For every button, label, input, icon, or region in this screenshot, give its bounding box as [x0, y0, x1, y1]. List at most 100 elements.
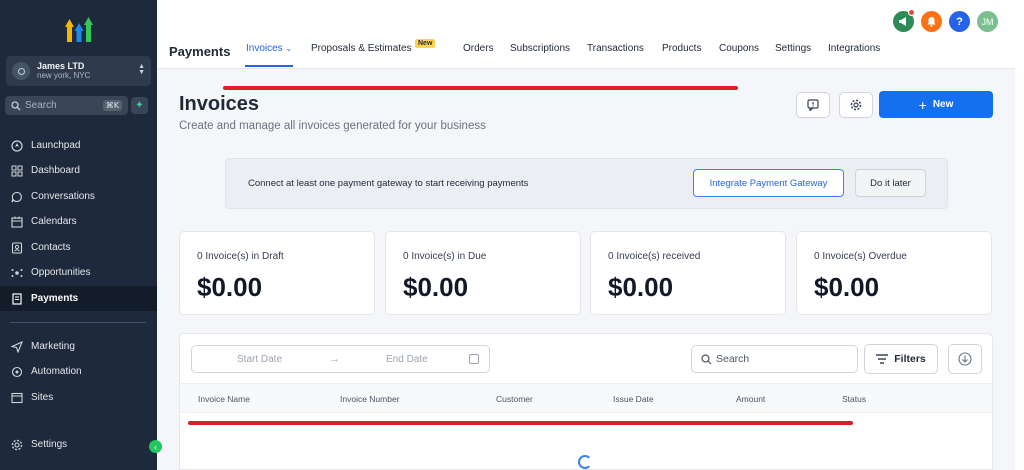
help-button[interactable]: ? [949, 11, 970, 32]
calendar-icon [469, 354, 479, 364]
sidebar-item-label: Marketing [31, 341, 75, 352]
filter-icon [876, 354, 889, 364]
feedback-button[interactable] [796, 92, 830, 118]
calendar-icon [11, 216, 23, 228]
user-avatar[interactable]: JM [977, 11, 998, 32]
account-name: James LTD [37, 61, 85, 71]
account-location: new york, NYC [37, 71, 91, 80]
sidebar-item-conversations[interactable]: Conversations [0, 184, 157, 209]
sidebar-item-payments[interactable]: Payments [0, 286, 157, 311]
sidebar-item-dashboard[interactable]: Dashboard [0, 158, 157, 183]
sidebar-item-label: Automation [31, 366, 82, 377]
stat-label: 0 Invoice(s) received [608, 251, 701, 262]
sidebar-item-label: Contacts [31, 242, 71, 253]
end-date-field[interactable]: End Date [386, 354, 428, 365]
column-header[interactable]: Customer [496, 394, 533, 404]
contacts-icon [11, 241, 23, 254]
chevron-left-icon: ‹ [154, 441, 157, 452]
stat-card-draft: 0 Invoice(s) in Draft $0.00 [179, 231, 375, 315]
location-icon [12, 62, 30, 80]
sidebar-item-label: Sites [31, 392, 54, 403]
feedback-icon [807, 99, 819, 111]
tab-subscriptions[interactable]: Subscriptions [510, 43, 570, 67]
do-it-later-button[interactable]: Do it later [855, 169, 926, 197]
gear-icon [850, 99, 862, 111]
stat-amount: $0.00 [197, 272, 263, 302]
date-range-picker[interactable]: Start Date → End Date [191, 345, 490, 373]
tab-transactions[interactable]: Transactions [587, 43, 644, 67]
sidebar: James LTD new york, NYC ▲ ▼ Search ⌘K ✦ L… [0, 0, 157, 470]
sidebar-item-label: Launchpad [31, 140, 81, 151]
stat-label: 0 Invoice(s) Overdue [814, 251, 907, 262]
start-date-field[interactable]: Start Date [237, 354, 282, 365]
invoice-search-input[interactable]: Search [691, 345, 858, 373]
page-subtitle: Create and manage all invoices generated… [179, 120, 486, 132]
banner-message: Connect at least one payment gateway to … [248, 178, 529, 189]
download-button[interactable] [948, 344, 982, 374]
sidebar-item-label: Conversations [31, 191, 95, 202]
notifications-button[interactable] [921, 11, 942, 32]
integrate-gateway-button[interactable]: Integrate Payment Gateway [693, 169, 844, 197]
sidebar-item-opportunities[interactable]: Opportunities [0, 260, 157, 285]
sidebar-item-contacts[interactable]: Contacts [0, 235, 157, 260]
new-invoice-button[interactable]: + New [879, 91, 993, 118]
tab-coupons[interactable]: Coupons [719, 43, 759, 67]
invoice-table-panel: Start Date → End Date Search Filters Inv… [179, 333, 993, 470]
loading-spinner-icon [578, 455, 592, 469]
section-title: Payments [169, 44, 231, 59]
settings-button[interactable] [839, 92, 873, 118]
tab-integrations[interactable]: Integrations [828, 43, 880, 67]
opportunities-icon [11, 268, 23, 277]
stat-amount: $0.00 [403, 272, 469, 302]
tab-invoices[interactable]: Invoices ⌄ [245, 43, 294, 67]
tab-proposals-estimates[interactable]: Proposals & Estimates [311, 43, 412, 67]
sidebar-item-settings[interactable]: Settings [0, 432, 157, 457]
search-icon [11, 100, 21, 110]
rocket-icon [11, 139, 23, 152]
download-icon [958, 352, 972, 366]
app-logo-icon[interactable] [64, 14, 94, 44]
column-header[interactable]: Status [842, 394, 866, 404]
account-switcher[interactable]: James LTD new york, NYC ▲ ▼ [6, 56, 151, 86]
column-header[interactable]: Amount [736, 394, 765, 404]
collapse-sidebar-button[interactable]: ‹ [149, 440, 162, 453]
top-bar: Payments Invoices ⌄ Proposals & Estimate… [157, 0, 1015, 69]
tab-orders[interactable]: Orders [463, 43, 494, 67]
column-header[interactable]: Invoice Name [198, 394, 250, 404]
sidebar-item-sites[interactable]: Sites [0, 385, 157, 410]
sidebar-item-launchpad[interactable]: Launchpad [0, 133, 157, 158]
search-icon [701, 353, 712, 364]
table-header: Invoice Name Invoice Number Customer Iss… [180, 383, 992, 413]
sidebar-item-label: Settings [31, 439, 68, 450]
sidebar-item-label: Payments [31, 293, 79, 304]
sidebar-item-label: Opportunities [31, 267, 91, 278]
column-header[interactable]: Issue Date [613, 394, 654, 404]
stat-label: 0 Invoice(s) in Due [403, 251, 487, 262]
sidebar-search[interactable]: Search ⌘K [5, 96, 128, 115]
lightning-icon[interactable]: ✦ [131, 97, 148, 114]
sites-icon [11, 392, 23, 403]
sidebar-item-automation[interactable]: Automation [0, 359, 157, 384]
filters-button[interactable]: Filters [864, 344, 938, 374]
grid-icon [11, 165, 23, 176]
question-icon: ? [956, 15, 963, 28]
bell-icon [927, 17, 936, 27]
chat-icon [11, 191, 22, 202]
tab-settings[interactable]: Settings [775, 43, 811, 67]
unread-dot [908, 9, 915, 16]
payments-icon [12, 292, 22, 305]
stat-card-received: 0 Invoice(s) received $0.00 [590, 231, 786, 315]
chevron-up-down-icon: ▲ ▼ [138, 63, 145, 76]
search-shortcut: ⌘K [102, 100, 122, 111]
column-header[interactable]: Invoice Number [340, 394, 400, 404]
stat-label: 0 Invoice(s) in Draft [197, 251, 284, 262]
payment-gateway-banner: Connect at least one payment gateway to … [225, 158, 948, 209]
sidebar-item-marketing[interactable]: Marketing [0, 334, 157, 359]
plus-icon: + [918, 96, 927, 113]
announcement-button[interactable] [893, 9, 915, 32]
tab-products[interactable]: Products [662, 43, 701, 67]
sidebar-item-calendars[interactable]: Calendars [0, 209, 157, 234]
top-icons: ? JM [893, 9, 1005, 32]
megaphone-icon [899, 17, 906, 26]
annotation-underline [188, 421, 853, 425]
